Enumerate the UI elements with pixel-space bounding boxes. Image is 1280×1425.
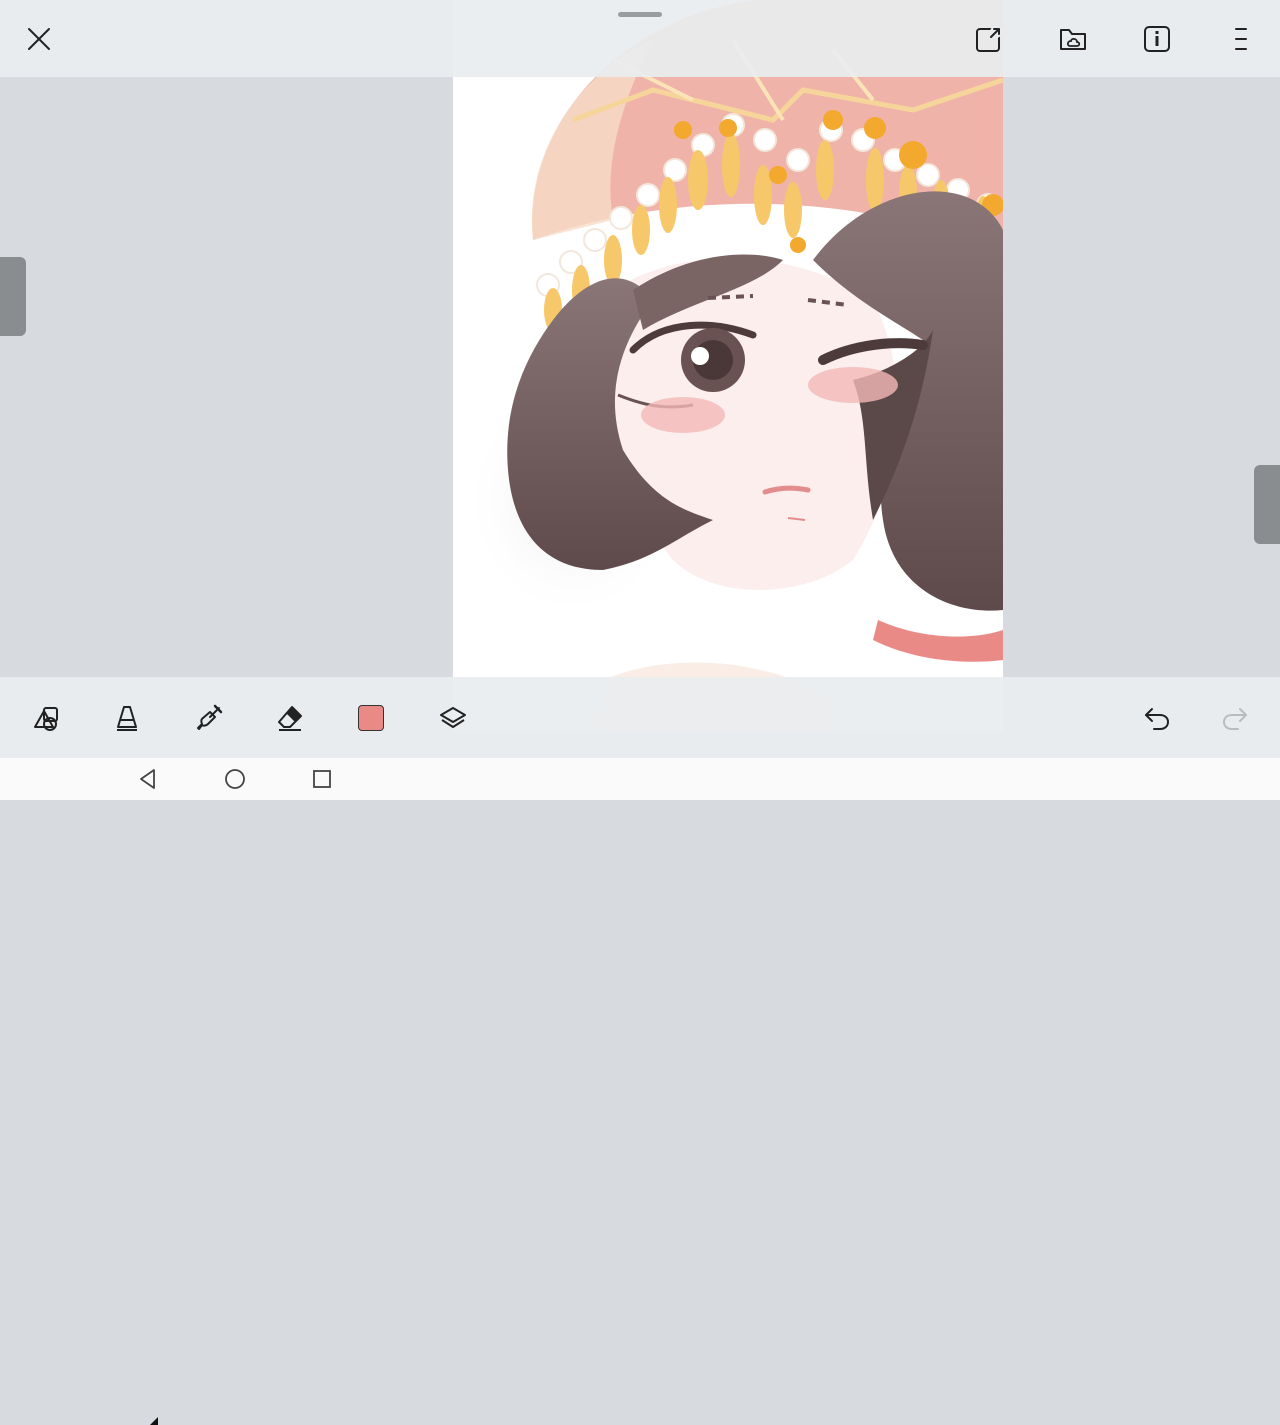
home-icon[interactable]	[213, 758, 257, 800]
system-navigation-bar	[0, 758, 1280, 800]
folder-cloud-icon[interactable]	[1051, 17, 1095, 61]
current-color-swatch[interactable]	[358, 705, 384, 731]
color-swatch[interactable]	[349, 696, 393, 740]
back-icon[interactable]	[126, 758, 170, 800]
drag-handle[interactable]	[618, 12, 662, 17]
eraser-icon[interactable]	[268, 696, 312, 740]
undo-icon[interactable]	[1135, 696, 1179, 740]
info-icon[interactable]	[1135, 17, 1179, 61]
top-toolbar	[0, 0, 1280, 77]
drawing-canvas[interactable]	[453, 0, 1003, 732]
bottom-toolbar	[0, 677, 1280, 1425]
layers-icon[interactable]	[431, 696, 475, 740]
shapes-icon[interactable]	[24, 696, 68, 740]
right-panel-handle[interactable]	[1254, 465, 1280, 544]
close-icon[interactable]	[17, 17, 61, 61]
menu-icon[interactable]	[1219, 17, 1263, 61]
pen-icon[interactable]	[105, 696, 149, 740]
redo-icon[interactable]	[1213, 696, 1257, 740]
artwork	[463, 0, 1003, 732]
pen-options-indicator[interactable]	[150, 1417, 158, 1425]
recents-icon[interactable]	[300, 758, 344, 800]
export-icon[interactable]	[967, 17, 1011, 61]
left-panel-handle[interactable]	[0, 257, 26, 336]
brush-icon[interactable]	[187, 696, 231, 740]
